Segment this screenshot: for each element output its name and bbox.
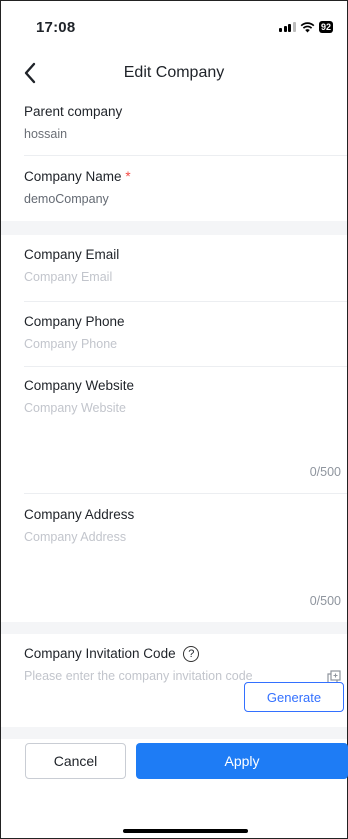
divider — [24, 155, 347, 156]
website-char-counter: 0/500 — [309, 465, 341, 479]
parent-company-field: Parent company hossain — [24, 104, 347, 141]
address-char-counter: 0/500 — [309, 594, 341, 608]
help-icon[interactable]: ? — [183, 646, 200, 663]
parent-company-value: hossain — [24, 127, 68, 141]
company-name-field[interactable]: Company Name * demoCompany — [24, 169, 347, 206]
home-indicator[interactable] — [123, 829, 248, 833]
divider — [24, 366, 347, 367]
company-name-label: Company Name * — [24, 169, 347, 184]
company-phone-label: Company Phone — [24, 314, 125, 329]
company-name-label-text: Company Name — [24, 169, 122, 184]
invitation-code-label-text: Company Invitation Code — [24, 646, 176, 661]
footer-gap — [1, 727, 347, 739]
required-mark: * — [125, 169, 131, 184]
divider — [24, 493, 347, 494]
company-name-input[interactable]: demoCompany — [24, 192, 347, 206]
company-email-input[interactable]: Company Email — [24, 270, 347, 284]
company-address-field[interactable]: Company Address Company Address — [24, 507, 347, 544]
company-phone-input[interactable]: Company Phone — [24, 337, 347, 351]
company-website-input[interactable]: Company Website — [24, 401, 347, 415]
status-icons: 92 — [279, 21, 333, 33]
battery-icon: 92 — [318, 21, 333, 33]
invitation-code-input[interactable]: Please enter the company invitation code — [24, 669, 253, 683]
signal-icon — [279, 22, 296, 32]
company-email-field[interactable]: Company Email Company Email — [24, 247, 347, 284]
divider — [24, 301, 347, 302]
parent-company-label: Parent company — [24, 104, 123, 119]
company-phone-field[interactable]: Company Phone Company Phone — [24, 314, 347, 351]
back-icon[interactable] — [21, 61, 41, 85]
section-gap — [1, 221, 347, 235]
status-time: 17:08 — [36, 18, 76, 36]
wifi-icon — [300, 21, 315, 32]
section-gap — [1, 622, 347, 634]
apply-button[interactable]: Apply — [136, 743, 348, 779]
invitation-code-field[interactable]: Company Invitation Code ? — [24, 646, 347, 663]
invitation-code-label: Company Invitation Code ? — [24, 646, 347, 663]
company-address-input[interactable]: Company Address — [24, 530, 347, 544]
cancel-button[interactable]: Cancel — [25, 743, 126, 779]
page-title: Edit Company — [123, 64, 225, 81]
company-website-label: Company Website — [24, 378, 135, 393]
nav-bar: Edit Company — [1, 53, 347, 93]
company-address-label: Company Address — [24, 507, 135, 522]
status-bar: 17:08 92 — [1, 1, 347, 53]
company-email-label: Company Email — [24, 247, 120, 262]
generate-button[interactable]: Generate — [244, 682, 344, 712]
company-website-field[interactable]: Company Website Company Website — [24, 378, 347, 415]
